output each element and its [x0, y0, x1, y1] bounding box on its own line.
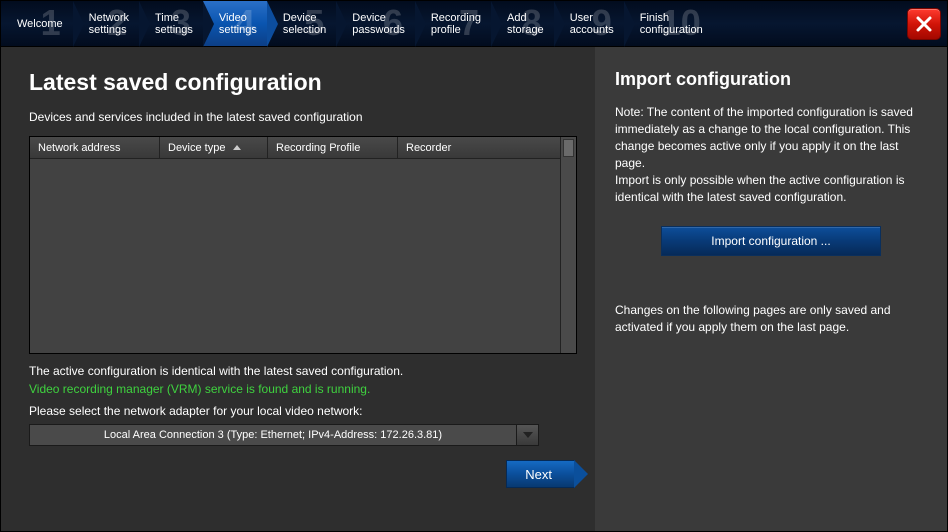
import-configuration-button[interactable]: Import configuration ...	[661, 226, 881, 256]
page-title: Latest saved configuration	[29, 69, 577, 96]
network-adapter-value: Local Area Connection 3 (Type: Ethernet;…	[30, 425, 516, 445]
step-recording-profile[interactable]: 7 Recording profile	[415, 1, 491, 46]
wizard-step-bar: 1 Welcome 2 Network settings 3 Time sett…	[1, 1, 947, 47]
col-network-address[interactable]: Network address	[30, 137, 160, 158]
close-button[interactable]	[907, 8, 941, 40]
table-header: Network address Device type Recording Pr…	[30, 137, 560, 159]
main-panel: Latest saved configuration Devices and s…	[1, 47, 595, 531]
step-device-passwords[interactable]: 6 Device passwords	[336, 1, 415, 46]
side-panel: Import configuration Note: The content o…	[595, 47, 947, 531]
chevron-down-icon[interactable]	[516, 425, 538, 445]
page-subtitle: Devices and services included in the lat…	[29, 110, 577, 124]
side-title: Import configuration	[615, 69, 927, 90]
close-icon	[915, 15, 933, 33]
next-button[interactable]: Next	[506, 460, 575, 488]
table-scrollbar[interactable]	[560, 137, 576, 353]
next-button-label: Next	[525, 467, 552, 482]
col-device-type[interactable]: Device type	[160, 137, 268, 158]
config-table: Network address Device type Recording Pr…	[29, 136, 577, 354]
status-vrm: Video recording manager (VRM) service is…	[29, 382, 577, 396]
side-note: Note: The content of the imported config…	[615, 104, 927, 206]
col-recording-profile[interactable]: Recording Profile	[268, 137, 398, 158]
step-finish-configuration[interactable]: 10 Finish configuration	[624, 1, 713, 46]
status-identical: The active configuration is identical wi…	[29, 364, 577, 378]
network-adapter-select[interactable]: Local Area Connection 3 (Type: Ethernet;…	[29, 424, 539, 446]
col-recorder[interactable]: Recorder	[398, 137, 560, 158]
adapter-select-label: Please select the network adapter for yo…	[29, 404, 577, 418]
side-bottom-note: Changes on the following pages are only …	[615, 302, 927, 336]
